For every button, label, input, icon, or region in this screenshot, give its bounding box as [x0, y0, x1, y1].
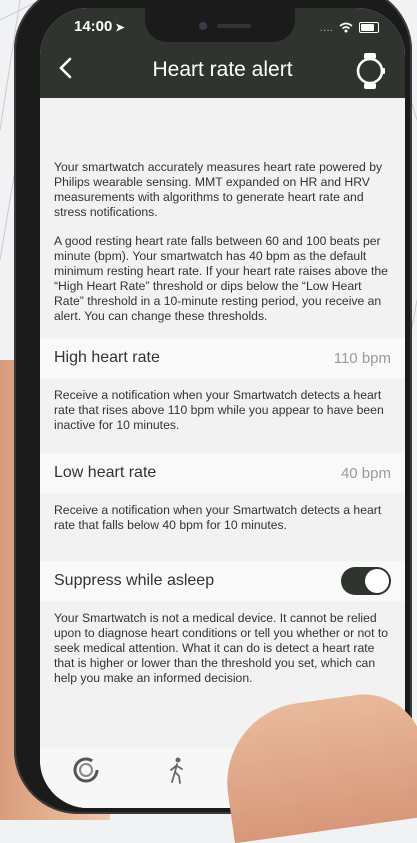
intro-paragraph-2: A good resting heart rate falls between …	[54, 234, 388, 323]
speaker	[217, 24, 251, 28]
high-heart-rate-description: Receive a notification when your Smartwa…	[54, 388, 384, 432]
suppress-asleep-description: Your Smartwatch is not a medical device.…	[54, 611, 389, 685]
walking-icon	[169, 757, 183, 784]
phone-frame: 14:00 ➤ .... Heart rate alert Your smart…	[14, 0, 412, 814]
high-heart-rate-row[interactable]: High heart rate 110 bpm	[40, 338, 405, 378]
camera	[199, 22, 207, 30]
watch-icon[interactable]	[353, 52, 387, 90]
tab-walking[interactable]	[157, 756, 197, 788]
intro-paragraph-1: Your smartwatch accurately measures hear…	[54, 160, 383, 219]
intro-text: Your smartwatch accurately measures hear…	[40, 98, 405, 324]
page-title: Heart rate alert	[152, 58, 293, 81]
notch	[145, 8, 295, 42]
content: Your smartwatch accurately measures hear…	[40, 98, 405, 700]
battery-icon	[359, 21, 379, 33]
screen: 14:00 ➤ .... Heart rate alert Your smart…	[40, 8, 405, 808]
suppress-asleep-row: Suppress while asleep	[40, 561, 405, 601]
high-heart-rate-value[interactable]: 110 bpm	[334, 350, 391, 367]
status-time-text: 14:00	[74, 18, 113, 35]
high-heart-rate-label: High heart rate	[54, 349, 160, 366]
low-heart-rate-description: Receive a notification when your Smartwa…	[54, 503, 382, 532]
suppress-asleep-label: Suppress while asleep	[54, 572, 215, 589]
wifi-icon	[339, 22, 353, 32]
status-icons: ....	[320, 20, 379, 34]
toggle-knob	[365, 569, 389, 593]
suppress-asleep-toggle[interactable]	[341, 567, 391, 595]
activity-ring-icon	[73, 757, 99, 783]
low-heart-rate-row[interactable]: Low heart rate 40 bpm	[40, 453, 405, 493]
low-heart-rate-value[interactable]: 40 bpm	[341, 465, 391, 482]
status-time: 14:00 ➤	[74, 18, 125, 35]
signal-text: ....	[319, 20, 333, 34]
location-arrow-icon: ➤	[115, 22, 125, 34]
tab-activity[interactable]	[66, 756, 106, 788]
low-heart-rate-label: Low heart rate	[54, 464, 157, 481]
